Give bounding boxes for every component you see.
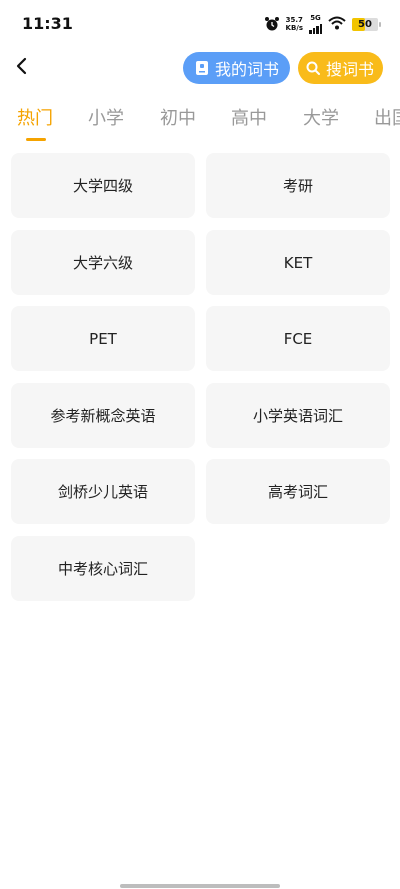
my-books-button[interactable]: 我的词书	[183, 52, 290, 84]
home-indicator[interactable]	[120, 884, 280, 888]
chevron-left-icon	[13, 57, 31, 79]
book-card[interactable]: 考研	[206, 153, 390, 218]
battery-indicator: 50	[352, 17, 381, 31]
wifi-icon	[328, 15, 346, 34]
network-speed-unit: KB/s	[285, 24, 303, 32]
book-card[interactable]: 高考词汇	[206, 459, 390, 524]
battery-percent: 50	[358, 18, 372, 30]
book-icon	[195, 60, 209, 76]
book-card[interactable]: 大学六级	[11, 230, 195, 295]
book-card[interactable]: 大学四级	[11, 153, 195, 218]
tab-abroad[interactable]: 出国	[374, 104, 400, 130]
alarm-clock-icon	[264, 16, 280, 32]
status-bar: 11:31 35.7 KB/s 5G 50	[0, 0, 400, 48]
tab-university[interactable]: 大学	[303, 104, 339, 130]
tab-primary[interactable]: 小学	[88, 104, 124, 130]
search-books-label: 搜词书	[326, 60, 375, 79]
tab-senior-high[interactable]: 高中	[231, 104, 267, 130]
search-icon	[306, 61, 320, 75]
search-books-button[interactable]: 搜词书	[298, 52, 383, 84]
header: 我的词书 搜词书	[0, 48, 400, 88]
my-books-label: 我的词书	[215, 60, 280, 79]
status-icons: 35.7 KB/s 5G 50	[264, 14, 381, 34]
category-tabs: 热门 小学 初中 高中 大学 出国	[0, 104, 400, 144]
network-speed-value: 35.7	[285, 16, 303, 24]
network-type: 5G	[310, 14, 321, 22]
book-card[interactable]: FCE	[206, 306, 390, 371]
book-card[interactable]: 小学英语词汇	[206, 383, 390, 448]
book-card[interactable]: KET	[206, 230, 390, 295]
book-card[interactable]: PET	[11, 306, 195, 371]
status-time: 11:31	[22, 14, 73, 33]
book-card[interactable]: 剑桥少儿英语	[11, 459, 195, 524]
book-card[interactable]: 参考新概念英语	[11, 383, 195, 448]
tab-indicator	[26, 138, 46, 141]
tab-junior-high[interactable]: 初中	[160, 104, 196, 130]
tab-hot[interactable]: 热门	[17, 104, 53, 130]
book-card[interactable]: 中考核心词汇	[11, 536, 195, 601]
cellular-signal-icon	[309, 22, 322, 34]
network-speed: 35.7 KB/s	[286, 16, 303, 32]
back-button[interactable]	[6, 52, 38, 84]
